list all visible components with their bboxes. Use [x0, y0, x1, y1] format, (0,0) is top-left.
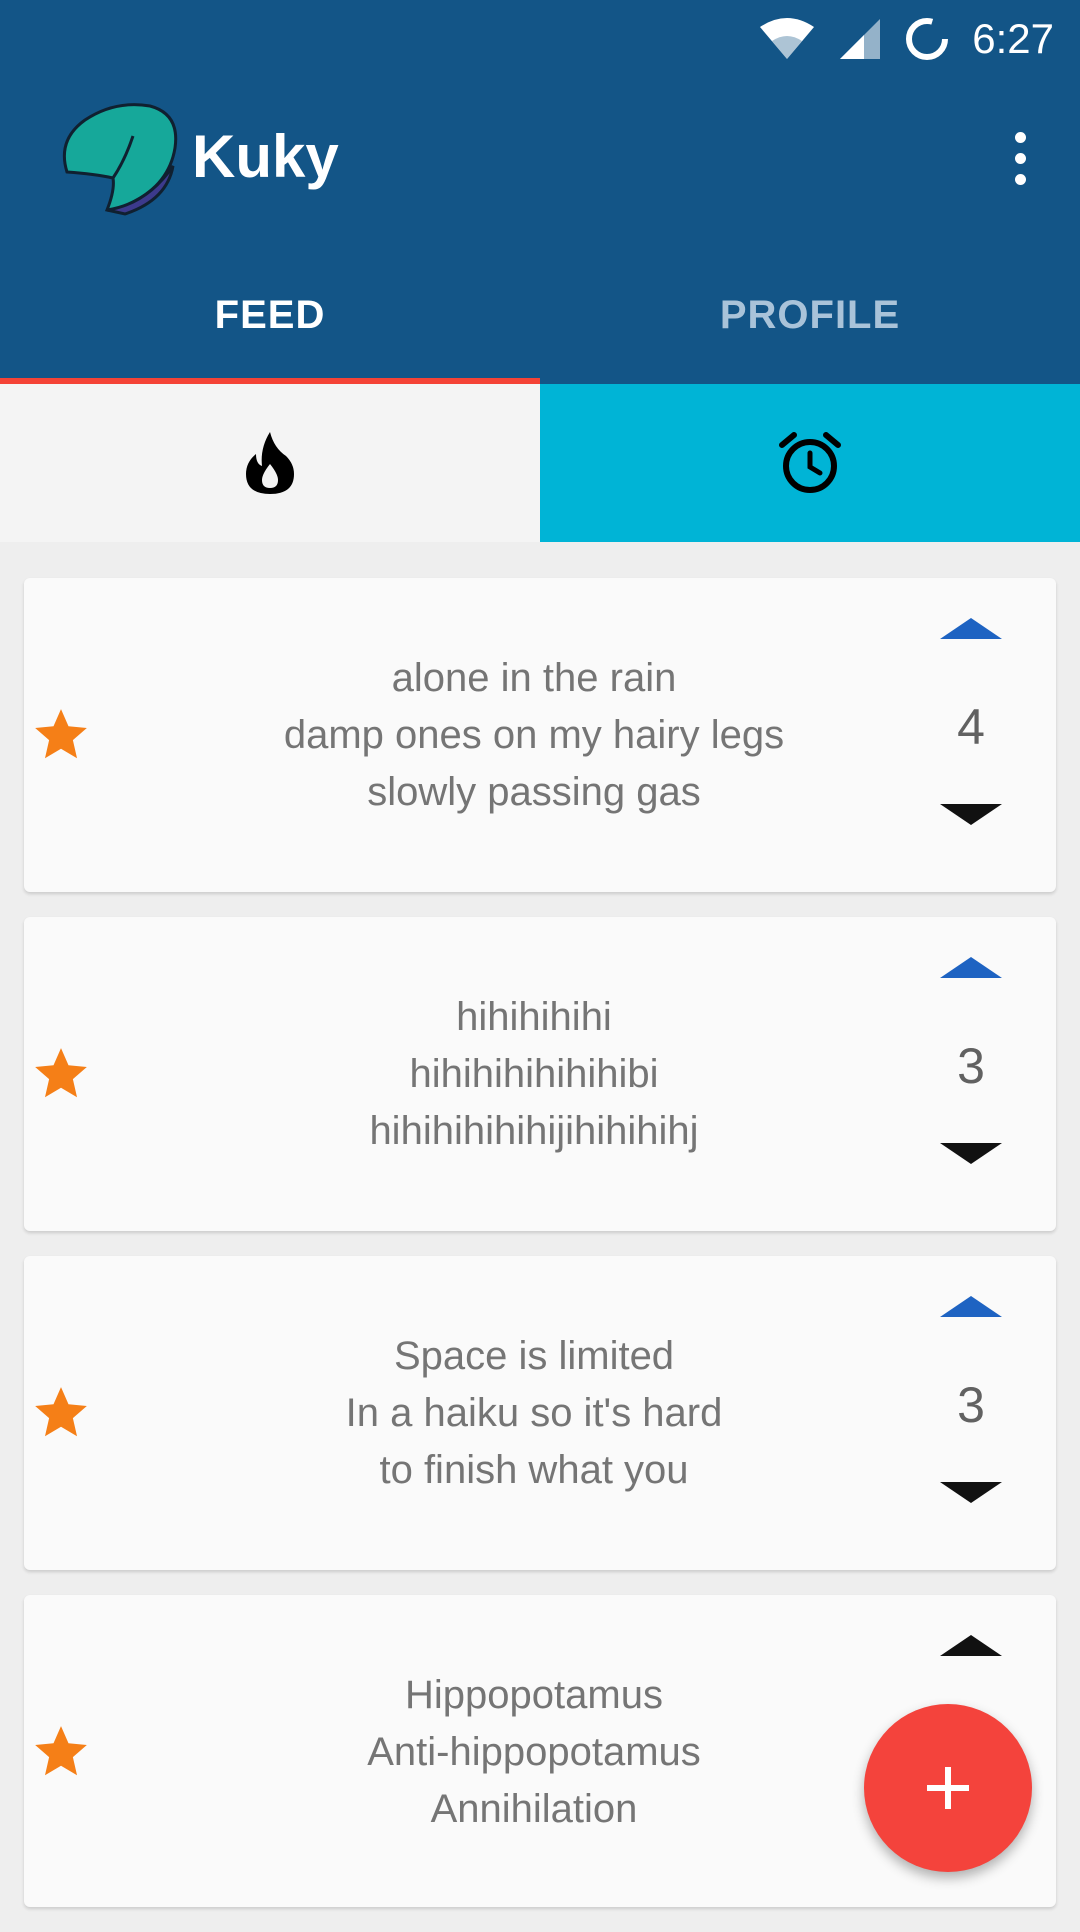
upvote-icon[interactable]: [940, 957, 1002, 978]
downvote-icon[interactable]: [940, 1143, 1002, 1164]
post-line: damp ones on my hairy legs: [283, 712, 785, 757]
sort-tabs: [0, 384, 1080, 542]
add-icon: [927, 1767, 969, 1809]
downvote-icon[interactable]: [940, 804, 1002, 825]
vote-control: 3: [936, 1256, 1016, 1570]
post-line: In a haiku so it's hard: [345, 1390, 723, 1435]
add-post-button[interactable]: [864, 1704, 1032, 1872]
vote-control: 4: [936, 578, 1016, 892]
status-time: 6:27: [972, 15, 1054, 62]
sort-tab-hot[interactable]: [0, 384, 540, 542]
fire-icon: [246, 432, 294, 494]
post-text: alone in the rain damp ones on my hairy …: [134, 578, 934, 892]
post-line: alone in the rain: [391, 655, 677, 700]
upvote-icon[interactable]: [940, 1635, 1002, 1656]
post-line: Space is limited: [393, 1333, 675, 1378]
post-card[interactable]: alone in the rain damp ones on my hairy …: [24, 578, 1056, 892]
tab-profile[interactable]: PROFILE: [540, 246, 1080, 384]
post-text: hihihihihi hihihihihihihibi hihihihihihi…: [134, 917, 934, 1231]
more-vert-icon[interactable]: [1000, 118, 1040, 198]
vote-score: 3: [957, 1038, 985, 1094]
post-line: hihihihihi: [456, 994, 612, 1039]
upvote-icon[interactable]: [940, 1296, 1002, 1317]
post-line: Anti-hippopotamus: [367, 1729, 701, 1774]
post-line: hihihihihihijihihihihj: [369, 1108, 699, 1153]
star-icon[interactable]: [30, 1721, 92, 1783]
signal-icon: [840, 19, 881, 59]
sort-tab-recent[interactable]: [540, 384, 1080, 542]
star-icon[interactable]: [30, 704, 92, 766]
sync-icon: [906, 18, 949, 60]
post-text: Space is limited In a haiku so it's hard…: [134, 1256, 934, 1570]
vote-control: 3: [936, 917, 1016, 1231]
main-tabs: FEED PROFILE: [0, 246, 1080, 384]
app-title: Kuky: [192, 123, 339, 190]
post-line: Annihilation: [430, 1786, 638, 1831]
toolbar: Kuky: [0, 78, 1080, 246]
alarm-clock-icon: [779, 432, 841, 493]
wifi-icon: [760, 18, 815, 59]
fortune-cookie-logo: [62, 103, 178, 216]
post-line: hihihihihihihibi: [409, 1051, 659, 1096]
downvote-icon[interactable]: [940, 1482, 1002, 1503]
post-line: slowly passing gas: [367, 769, 701, 814]
vote-score: 3: [957, 1377, 985, 1433]
vote-score: 4: [957, 699, 985, 755]
post-card[interactable]: hihihihihi hihihihihihihibi hihihihihihi…: [24, 917, 1056, 1231]
star-icon[interactable]: [30, 1382, 92, 1444]
post-line: Hippopotamus: [405, 1672, 663, 1717]
app-bar: 6:27 Kuky FEED PROFILE: [0, 0, 1080, 384]
status-bar: 6:27: [0, 0, 1080, 78]
star-icon[interactable]: [30, 1043, 92, 1105]
tab-feed[interactable]: FEED: [0, 246, 540, 384]
upvote-icon[interactable]: [940, 618, 1002, 639]
post-text: Hippopotamus Anti-hippopotamus Annihilat…: [134, 1595, 934, 1909]
post-line: to finish what you: [379, 1447, 689, 1492]
post-card[interactable]: Space is limited In a haiku so it's hard…: [24, 1256, 1056, 1570]
